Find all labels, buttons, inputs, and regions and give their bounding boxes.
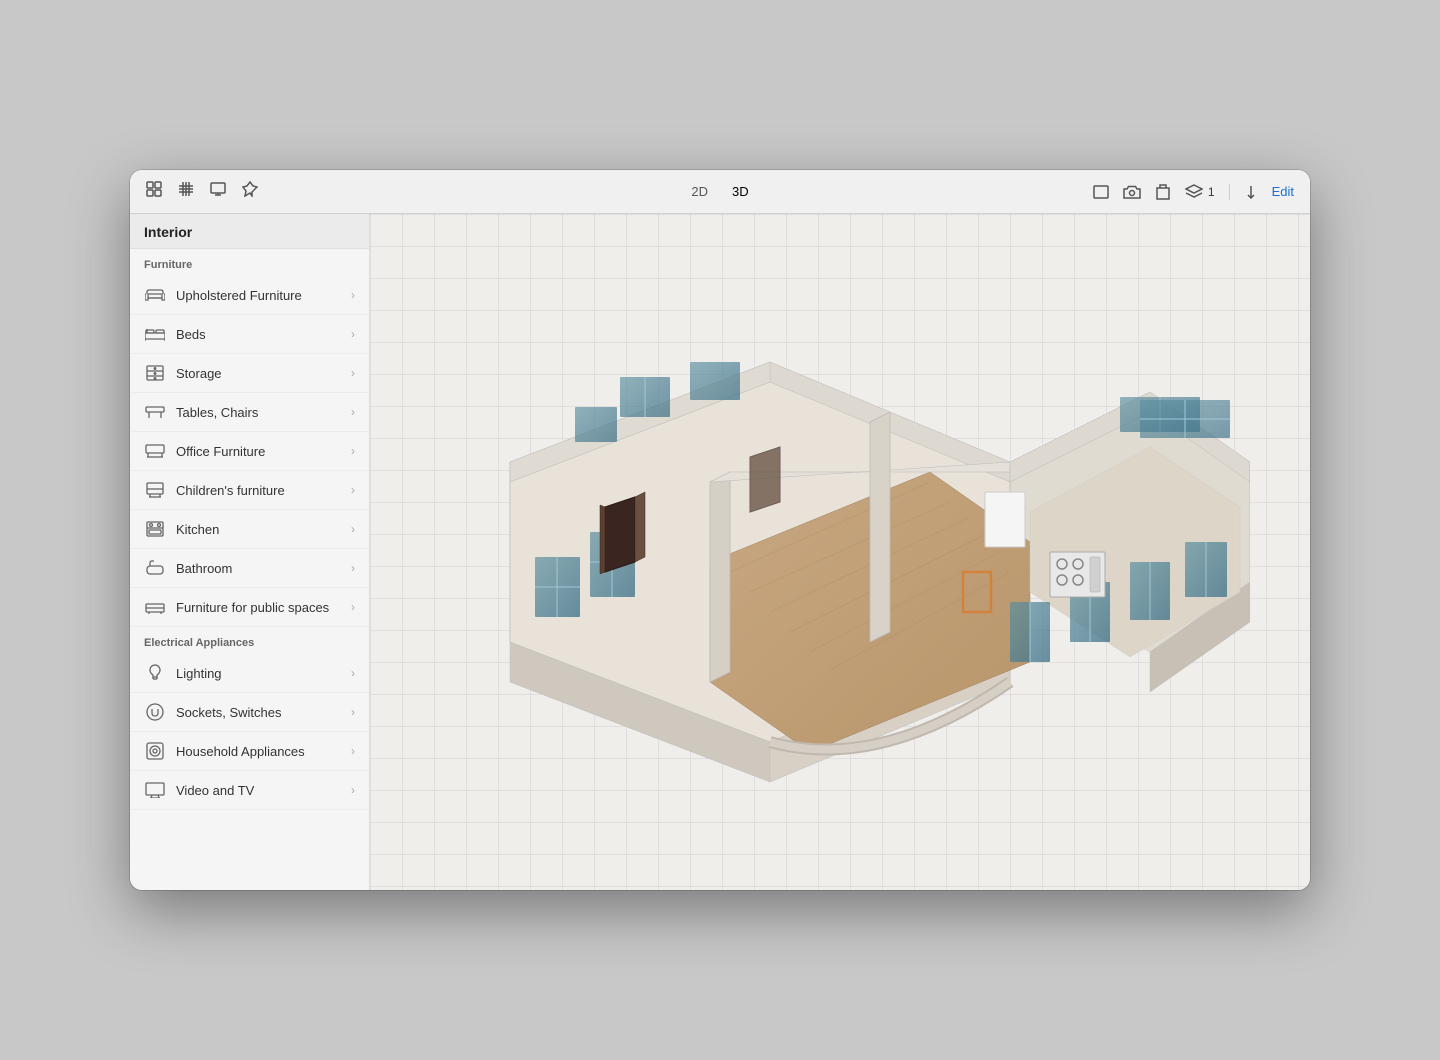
fullscreen-icon[interactable]: [1093, 185, 1109, 199]
toolbar-left: [146, 181, 1081, 202]
section-furniture-label: Furniture: [130, 249, 369, 276]
tv-label: Video and TV: [176, 783, 351, 798]
sidebar-item-lighting[interactable]: Lighting ›: [130, 654, 369, 693]
view-2d-button[interactable]: 2D: [681, 181, 718, 202]
sidebar-header-label: Interior: [144, 224, 192, 240]
layers-icon[interactable]: 1: [1185, 184, 1215, 200]
app-window: 2D 3D: [130, 170, 1310, 890]
chevron-icon: ›: [351, 522, 355, 536]
sidebar-item-storage[interactable]: Storage ›: [130, 354, 369, 393]
edit-button[interactable]: Edit: [1272, 184, 1294, 199]
sofa-icon: [144, 284, 166, 306]
layers-count: 1: [1208, 185, 1215, 199]
chevron-icon: ›: [351, 561, 355, 575]
grid-icon[interactable]: [178, 181, 194, 202]
floor-plan-svg: [430, 262, 1250, 842]
sidebar-item-sockets[interactable]: Sockets, Switches ›: [130, 693, 369, 732]
kitchen-label: Kitchen: [176, 522, 351, 537]
appliance-icon: [144, 740, 166, 762]
chevron-icon: ›: [351, 327, 355, 341]
chevron-icon: ›: [351, 483, 355, 497]
chevron-icon: ›: [351, 600, 355, 614]
tv-icon: [144, 779, 166, 801]
view-3d-button[interactable]: 3D: [722, 181, 759, 202]
sidebar-title: Interior: [130, 214, 369, 249]
bulb-icon: [144, 662, 166, 684]
monitor-icon[interactable]: [210, 181, 226, 202]
pin-icon[interactable]: [242, 181, 258, 202]
view-3d-area[interactable]: [370, 214, 1310, 890]
sidebar-item-children[interactable]: Children's furniture ›: [130, 471, 369, 510]
building-icon[interactable]: [1155, 184, 1171, 200]
sort-icon[interactable]: [1244, 185, 1258, 199]
bed-icon: [144, 323, 166, 345]
public-label: Furniture for public spaces: [176, 600, 351, 615]
appliances-label: Household Appliances: [176, 744, 351, 759]
beds-label: Beds: [176, 327, 351, 342]
office-icon: [144, 440, 166, 462]
floor-plan-container: [370, 214, 1310, 890]
children-icon: [144, 479, 166, 501]
sidebar-item-office[interactable]: Office Furniture ›: [130, 432, 369, 471]
socket-icon: [144, 701, 166, 723]
lighting-label: Lighting: [176, 666, 351, 681]
section-electrical-label: Electrical Appliances: [130, 627, 369, 654]
chevron-icon: ›: [351, 444, 355, 458]
chevron-icon: ›: [351, 783, 355, 797]
sidebar-item-kitchen[interactable]: Kitchen ›: [130, 510, 369, 549]
sidebar-item-upholstered[interactable]: Upholstered Furniture ›: [130, 276, 369, 315]
sidebar: Interior Furniture Upholstered Furniture…: [130, 214, 370, 890]
sidebar-item-tv[interactable]: Video and TV ›: [130, 771, 369, 810]
sidebar-item-public[interactable]: Furniture for public spaces ›: [130, 588, 369, 627]
office-label: Office Furniture: [176, 444, 351, 459]
chevron-icon: ›: [351, 744, 355, 758]
camera-icon[interactable]: [1123, 185, 1141, 199]
toolbar: 2D 3D: [130, 170, 1310, 214]
chevron-icon: ›: [351, 666, 355, 680]
chevron-icon: ›: [351, 288, 355, 302]
chevron-icon: ›: [351, 366, 355, 380]
table-icon: [144, 401, 166, 423]
storage-label: Storage: [176, 366, 351, 381]
kitchen-icon: [144, 518, 166, 540]
children-label: Children's furniture: [176, 483, 351, 498]
storage-icon: [144, 362, 166, 384]
bathroom-label: Bathroom: [176, 561, 351, 576]
sidebar-item-beds[interactable]: Beds ›: [130, 315, 369, 354]
chevron-icon: ›: [351, 705, 355, 719]
grid-2x2-icon[interactable]: [146, 181, 162, 202]
sidebar-item-appliances[interactable]: Household Appliances ›: [130, 732, 369, 771]
view-toggle: 2D 3D: [681, 181, 758, 202]
main-content: Interior Furniture Upholstered Furniture…: [130, 214, 1310, 890]
sidebar-item-tables[interactable]: Tables, Chairs ›: [130, 393, 369, 432]
upholstered-label: Upholstered Furniture: [176, 288, 351, 303]
public-icon: [144, 596, 166, 618]
bathroom-icon: [144, 557, 166, 579]
sockets-label: Sockets, Switches: [176, 705, 351, 720]
sidebar-item-bathroom[interactable]: Bathroom ›: [130, 549, 369, 588]
tables-label: Tables, Chairs: [176, 405, 351, 420]
chevron-icon: ›: [351, 405, 355, 419]
toolbar-right: 1 Edit: [1093, 184, 1294, 200]
